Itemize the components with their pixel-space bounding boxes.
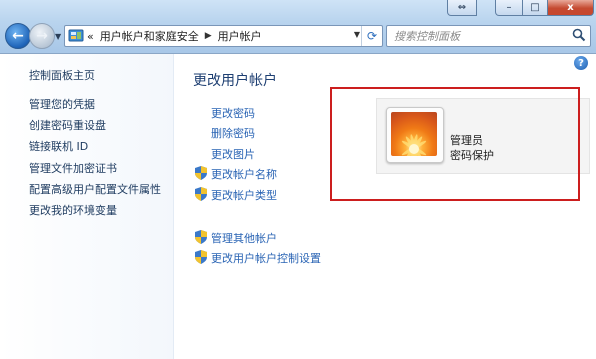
maximize-button[interactable]: □ bbox=[523, 0, 548, 16]
task-pane: 控制面板主页 管理您的凭据 创建密码重设盘 链接联机 ID 管理文件加密证书 配… bbox=[0, 54, 174, 359]
uac-shield-icon bbox=[195, 250, 207, 264]
change-picture-link[interactable]: 更改图片 bbox=[211, 146, 255, 162]
navigation-bar: ← → ▼ « 用户帐户和家庭安全 ▶ 用户帐户 ▼ ⟳ bbox=[0, 20, 596, 52]
change-account-type-link[interactable]: 更改帐户类型 bbox=[211, 187, 277, 203]
resize-button[interactable]: ⇔ bbox=[447, 0, 477, 16]
breadcrumb-overflow[interactable]: « bbox=[87, 30, 94, 43]
uac-shield-icon bbox=[195, 166, 207, 180]
refresh-button[interactable]: ⟳ bbox=[361, 26, 382, 46]
sidebar-item-encryption-certificates[interactable]: 管理文件加密证书 bbox=[29, 160, 117, 176]
uac-shield-icon bbox=[195, 230, 207, 244]
search-box[interactable] bbox=[386, 25, 591, 47]
back-button[interactable]: ← bbox=[5, 23, 31, 49]
breadcrumb-separator-icon[interactable]: ▶ bbox=[205, 31, 212, 41]
minimize-button[interactable]: – bbox=[495, 0, 523, 16]
window-frame: ⇔ – □ x ← → ▼ « 用户帐户和家庭安全 ▶ 用户帐户 ▼ ⟳ 搜索控… bbox=[0, 0, 596, 359]
address-dropdown-icon[interactable]: ▼ bbox=[354, 30, 360, 39]
sidebar-item-control-panel-home[interactable]: 控制面板主页 bbox=[29, 67, 95, 83]
window-controls: ⇔ – □ x bbox=[447, 0, 594, 16]
uac-settings-link[interactable]: 更改用户帐户控制设置 bbox=[211, 250, 321, 266]
refresh-icon: ⟳ bbox=[366, 29, 378, 43]
remove-password-link[interactable]: 删除密码 bbox=[211, 125, 255, 141]
help-button[interactable]: ? bbox=[574, 56, 588, 70]
search-input[interactable] bbox=[392, 26, 566, 46]
recent-pages-dropdown[interactable]: ▼ bbox=[55, 32, 63, 41]
content-area: 控制面板主页 管理您的凭据 创建密码重设盘 链接联机 ID 管理文件加密证书 配… bbox=[0, 53, 596, 359]
change-password-link[interactable]: 更改密码 bbox=[211, 105, 255, 121]
change-account-name-link[interactable]: 更改帐户名称 bbox=[211, 166, 277, 182]
highlight-box bbox=[330, 87, 580, 201]
control-panel-icon bbox=[68, 29, 84, 42]
manage-other-accounts-link[interactable]: 管理其他帐户 bbox=[211, 230, 277, 246]
help-icon: ? bbox=[578, 57, 584, 69]
forward-button[interactable]: → bbox=[29, 23, 55, 49]
magnifier-icon[interactable] bbox=[572, 28, 586, 42]
breadcrumb-item-family-safety[interactable]: 用户帐户和家庭安全 bbox=[100, 28, 199, 44]
sidebar-item-password-reset-disk[interactable]: 创建密码重设盘 bbox=[29, 117, 106, 133]
back-arrow-icon: ← bbox=[12, 28, 24, 44]
close-button[interactable]: x bbox=[548, 0, 594, 16]
page-title: 更改用户帐户 bbox=[193, 73, 277, 89]
sidebar-item-manage-credentials[interactable]: 管理您的凭据 bbox=[29, 96, 95, 112]
address-bar[interactable]: « 用户帐户和家庭安全 ▶ 用户帐户 ▼ ⟳ bbox=[64, 25, 383, 47]
breadcrumb-item-user-accounts[interactable]: 用户帐户 bbox=[218, 28, 262, 44]
uac-shield-icon bbox=[195, 187, 207, 201]
sidebar-item-environment-variables[interactable]: 更改我的环境变量 bbox=[29, 202, 117, 218]
sidebar-item-link-online-id[interactable]: 链接联机 ID bbox=[29, 138, 88, 154]
sidebar-item-profile-properties[interactable]: 配置高级用户配置文件属性 bbox=[29, 181, 161, 197]
forward-arrow-icon: → bbox=[36, 28, 48, 44]
